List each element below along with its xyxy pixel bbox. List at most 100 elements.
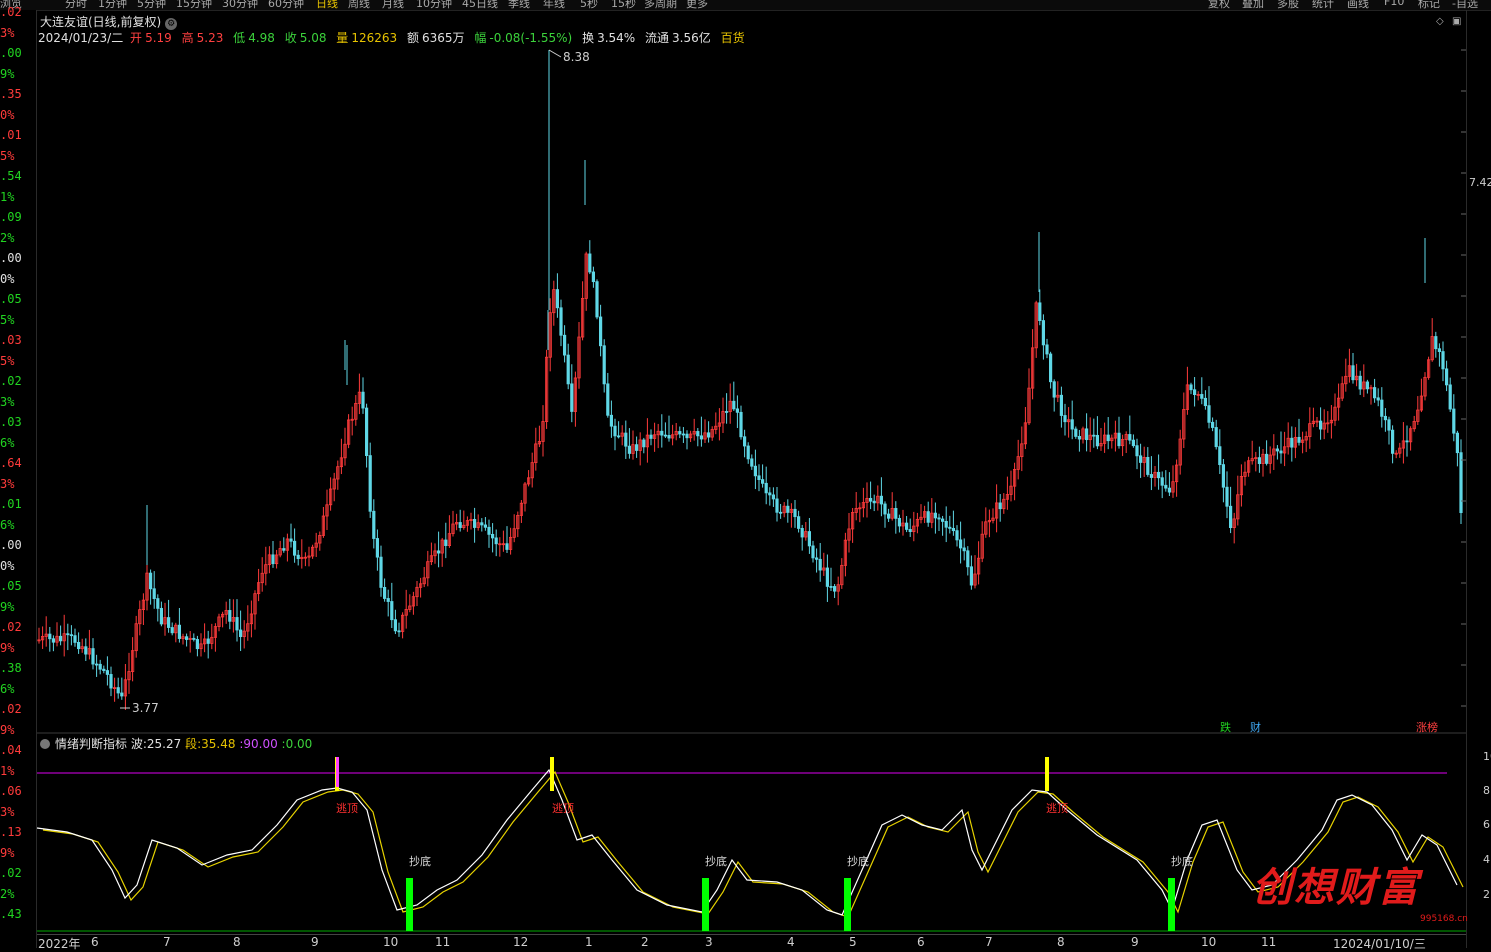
candle-body (289, 538, 293, 542)
price-axis-label: 3% (0, 394, 15, 409)
candle-body (1193, 389, 1197, 395)
time-axis-label: 2022年 (38, 937, 81, 951)
stock-tag-badge[interactable]: 跌 (1218, 719, 1233, 735)
price-axis-label: 9% (0, 640, 15, 655)
stock-tag-badge[interactable]: 涨榜 (1414, 719, 1440, 735)
candle-body (627, 445, 632, 454)
candle-body (361, 391, 365, 409)
sell-signal-bar (1045, 757, 1049, 791)
zero-value: 0.00 (285, 737, 313, 751)
candle-body (1437, 348, 1441, 352)
candle-body (570, 383, 574, 412)
candle-body (753, 465, 758, 477)
time-axis-label: 7 (163, 935, 171, 949)
candle-body (797, 516, 801, 529)
price-axis-label: .06 (0, 784, 22, 798)
candle-body (883, 503, 887, 515)
price-axis-label: 5% (0, 148, 15, 163)
candle-body (379, 556, 383, 588)
time-axis-label: 4 (787, 935, 795, 949)
candlestick-chart[interactable]: 8.38 3.77 (37, 10, 1466, 932)
indicator-axis-label: 2 (1483, 888, 1490, 901)
candle-body (613, 425, 617, 437)
candle-body (685, 433, 689, 439)
candle-body (768, 492, 772, 496)
seg-label: 段: (185, 737, 202, 751)
price-axis-label: .02 (0, 5, 22, 19)
candle-body (1380, 399, 1384, 417)
right-price-label: 7.42 (1469, 176, 1491, 189)
price-axis-label: 6% (0, 435, 15, 450)
candle-body (1149, 474, 1153, 478)
candle-body (591, 271, 596, 283)
candle-body (807, 531, 812, 547)
candle-body (1297, 436, 1301, 443)
candle-body (1095, 434, 1099, 447)
candle-body (1257, 457, 1261, 464)
indicator-settings-icon[interactable] (40, 739, 50, 749)
price-axis-label: .43 (0, 907, 22, 921)
time-axis: 2022年 6 7 8 9 10 11 12 1 2 3 4 5 6 7 8 9 10 11 12024/01/10/… (37, 934, 1466, 951)
candle-body (1189, 384, 1193, 391)
candle-body (678, 431, 682, 435)
candle-body (1157, 471, 1161, 479)
indicator-axis-label: 8 (1483, 784, 1490, 797)
candle-body (1041, 320, 1046, 346)
candle-body (908, 529, 912, 533)
candle-body (1135, 445, 1139, 457)
candle-body (588, 253, 592, 273)
price-axis-label: 5% (0, 312, 15, 327)
price-axis-label: 9% (0, 722, 15, 737)
candle-body (566, 354, 570, 385)
candle-body (667, 435, 671, 439)
time-axis-label: 5 (849, 935, 857, 949)
wave-value: 25.27 (146, 737, 182, 751)
candle-body (1455, 432, 1459, 454)
candle-body (1405, 440, 1409, 443)
indicator-axis-label: 6 (1483, 818, 1490, 831)
candle-body (436, 550, 441, 554)
buy-signal-bar (702, 878, 709, 931)
candle-body (937, 517, 941, 520)
candle-body (887, 513, 891, 519)
candle-body (1279, 450, 1283, 454)
candle-body (1265, 453, 1269, 464)
candle-body (725, 411, 729, 413)
candle-body (393, 619, 398, 632)
candle-body (1441, 351, 1445, 370)
candle-body (1391, 429, 1395, 454)
candle-body (1092, 434, 1096, 437)
candle-body (1452, 408, 1456, 434)
price-axis-label: 9% (0, 599, 15, 614)
candle-body (1074, 428, 1078, 437)
candle-body (1085, 428, 1089, 441)
candle-body (732, 400, 736, 410)
candle-body (872, 500, 876, 504)
toolbar-right-item[interactable]: F10 (1384, 0, 1404, 8)
price-axis-label: .00 (0, 46, 22, 60)
sell-signal-label: 逃顶 (552, 802, 574, 815)
candle-body (775, 498, 779, 513)
candle-body (606, 383, 610, 416)
price-axis-label: .01 (0, 497, 22, 511)
stock-tag-badge[interactable]: 财 (1248, 719, 1263, 735)
candle-body (1383, 415, 1387, 421)
candle-body (109, 674, 113, 689)
buy-signal-label: 抄底 (1171, 855, 1193, 868)
time-axis-label: 10 (383, 935, 399, 949)
candle-body (228, 610, 232, 622)
candle-body (1445, 368, 1449, 386)
candle-body (764, 482, 768, 494)
candle-body (707, 432, 711, 438)
candle-body (116, 687, 120, 694)
price-axis-label: .05 (0, 292, 22, 306)
candle-body (833, 586, 837, 592)
candle-body (73, 635, 77, 643)
candle-body (382, 587, 387, 599)
candle-body (1434, 336, 1438, 350)
candle-body (505, 543, 509, 550)
candle-body (1459, 452, 1463, 514)
candle-body (739, 411, 743, 438)
candle-body (1052, 381, 1056, 398)
candle-body (1077, 436, 1081, 440)
